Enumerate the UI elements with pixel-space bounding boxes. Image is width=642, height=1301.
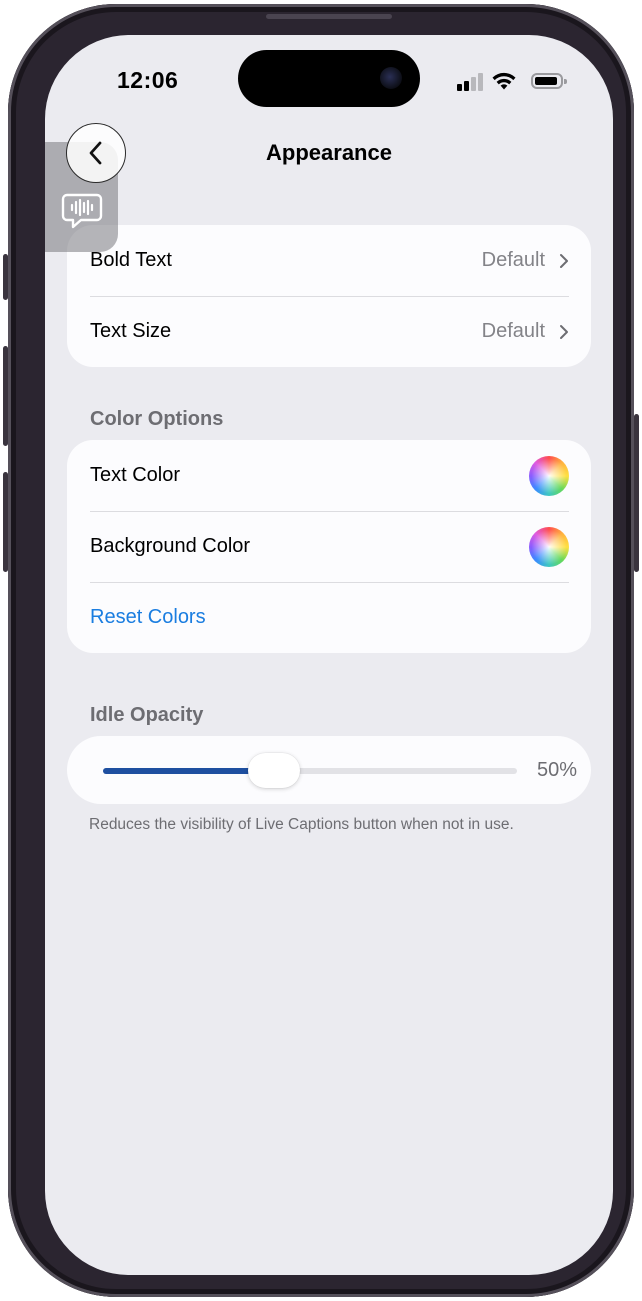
bold-text-value: Default	[481, 249, 545, 271]
bold-text-label: Bold Text	[90, 249, 172, 271]
text-settings-group: Bold Text Default Text Size Default	[67, 225, 591, 367]
text-color-row[interactable]: Text Color	[67, 440, 591, 511]
idle-opacity-slider-row: 50%	[67, 736, 591, 804]
opacity-slider-fill	[103, 768, 252, 774]
background-color-row[interactable]: Background Color	[67, 511, 591, 582]
opacity-value: 50%	[536, 759, 577, 781]
volume-down-button	[3, 472, 8, 572]
volume-up-button	[3, 346, 8, 446]
phone-frame: 12:06 Appearance Bold Text Default Text …	[3, 4, 639, 1297]
text-size-value: Default	[481, 320, 545, 342]
action-button	[3, 254, 8, 300]
camera-icon	[380, 67, 402, 89]
color-options-header: Color Options	[90, 408, 224, 430]
screen: 12:06 Appearance Bold Text Default Text …	[45, 35, 613, 1275]
text-color-label: Text Color	[90, 464, 181, 486]
idle-opacity-header: Idle Opacity	[90, 704, 204, 726]
opacity-slider-track[interactable]	[103, 768, 517, 774]
power-button	[634, 414, 639, 572]
live-captions-icon	[61, 193, 102, 229]
status-icons	[447, 71, 567, 91]
chevron-right-icon	[560, 253, 568, 268]
wifi-icon	[492, 72, 516, 90]
opacity-slider-thumb[interactable]	[248, 753, 300, 788]
battery-icon	[531, 73, 567, 89]
reset-colors-row[interactable]: Reset Colors	[67, 582, 591, 653]
reset-colors-link[interactable]: Reset Colors	[90, 606, 206, 629]
speaker-grille	[266, 14, 392, 19]
chevron-right-icon	[560, 324, 568, 339]
bold-text-row[interactable]: Bold Text Default	[67, 225, 591, 296]
color-picker-icon[interactable]	[529, 455, 569, 496]
idle-opacity-footer: Reduces the visibility of Live Captions …	[89, 816, 514, 833]
status-time: 12:06	[117, 67, 179, 93]
dynamic-island	[238, 50, 420, 107]
background-color-label: Background Color	[90, 535, 251, 557]
color-options-group: Text Color Background Color Reset Colors	[67, 440, 591, 653]
page-title: Appearance	[266, 140, 392, 165]
chevron-left-icon	[89, 141, 102, 165]
back-button[interactable]	[66, 123, 126, 183]
cellular-signal-icon	[457, 73, 485, 91]
color-picker-icon[interactable]	[529, 526, 569, 567]
text-size-row[interactable]: Text Size Default	[67, 296, 591, 367]
text-size-label: Text Size	[90, 320, 172, 342]
